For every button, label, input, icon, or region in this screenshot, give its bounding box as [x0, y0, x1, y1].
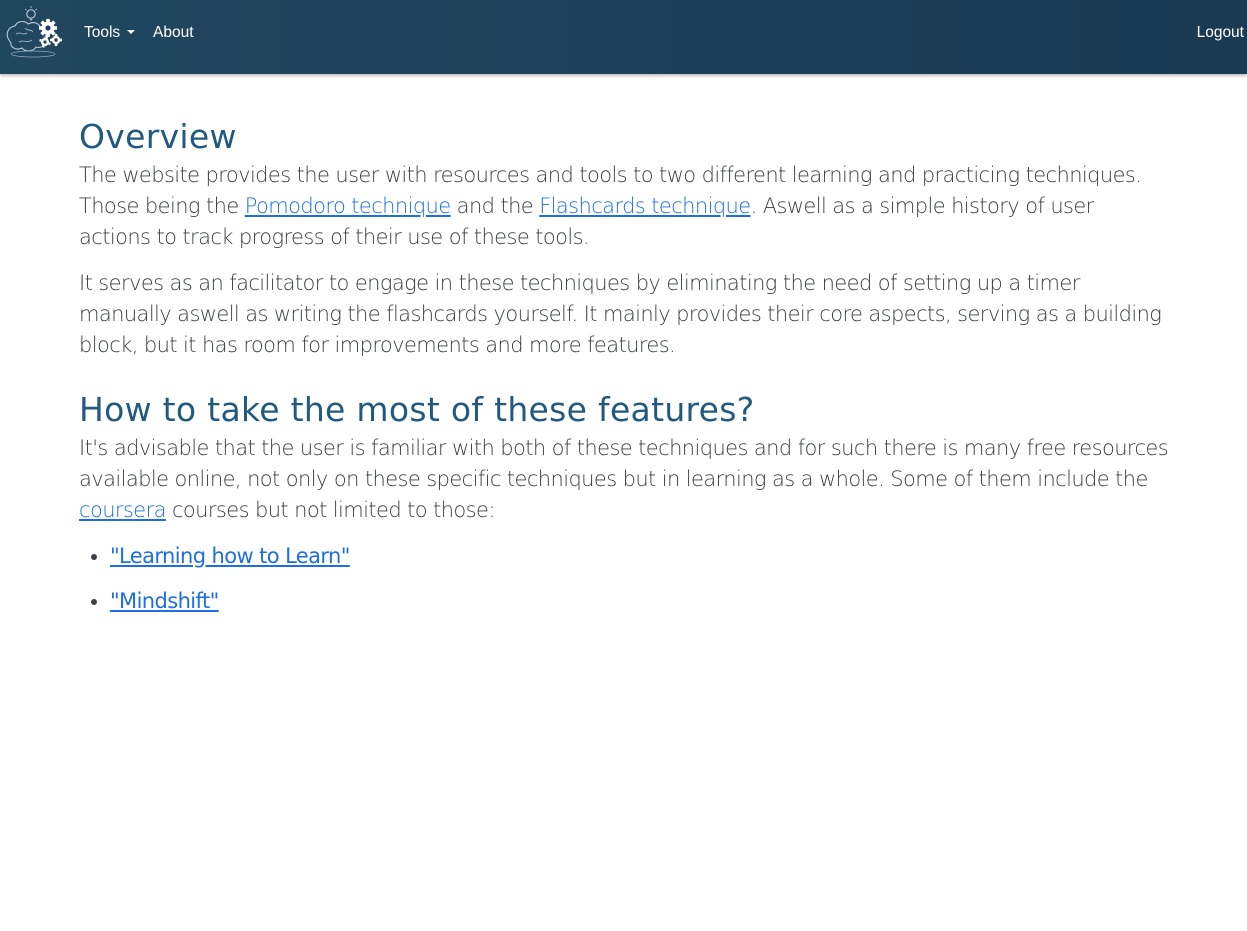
tools-dropdown[interactable]: Tools — [84, 0, 136, 66]
about-link[interactable]: About — [153, 0, 194, 66]
overview-heading: Overview — [79, 117, 237, 156]
howto-text-2: courses but not limited to those: — [165, 498, 495, 522]
coursera-link[interactable]: coursera — [79, 498, 167, 522]
brain-gears-logo-icon[interactable] — [3, 4, 63, 60]
list-item: "Learning how to Learn" — [110, 541, 1169, 572]
course-list: "Learning how to Learn" "Mindshift" — [79, 541, 1169, 617]
overview-paragraph-1: The website provides the user with resou… — [79, 160, 1169, 253]
list-item: "Mindshift" — [110, 586, 1169, 617]
top-navbar: Tools About Logout — [0, 0, 1247, 74]
howto-text-1: It's advisable that the user is familiar… — [79, 436, 1169, 491]
caret-down-icon — [127, 30, 136, 34]
pomodoro-technique-link[interactable]: Pomodoro technique — [245, 194, 451, 218]
overview-text-2: and the — [450, 194, 540, 218]
main-content: Overview The website provides the user w… — [79, 114, 1169, 631]
howto-paragraph: It's advisable that the user is familiar… — [79, 433, 1169, 526]
learning-how-to-learn-link[interactable]: "Learning how to Learn" — [110, 544, 350, 568]
mindshift-link[interactable]: "Mindshift" — [110, 589, 219, 613]
howto-heading: How to take the most of these features? — [79, 390, 755, 429]
tools-label: Tools — [84, 24, 121, 41]
logout-link[interactable]: Logout — [1197, 0, 1244, 66]
flashcards-technique-link[interactable]: Flashcards technique — [539, 194, 751, 218]
overview-paragraph-2: It serves as an facilitator to engage in… — [79, 271, 1162, 357]
